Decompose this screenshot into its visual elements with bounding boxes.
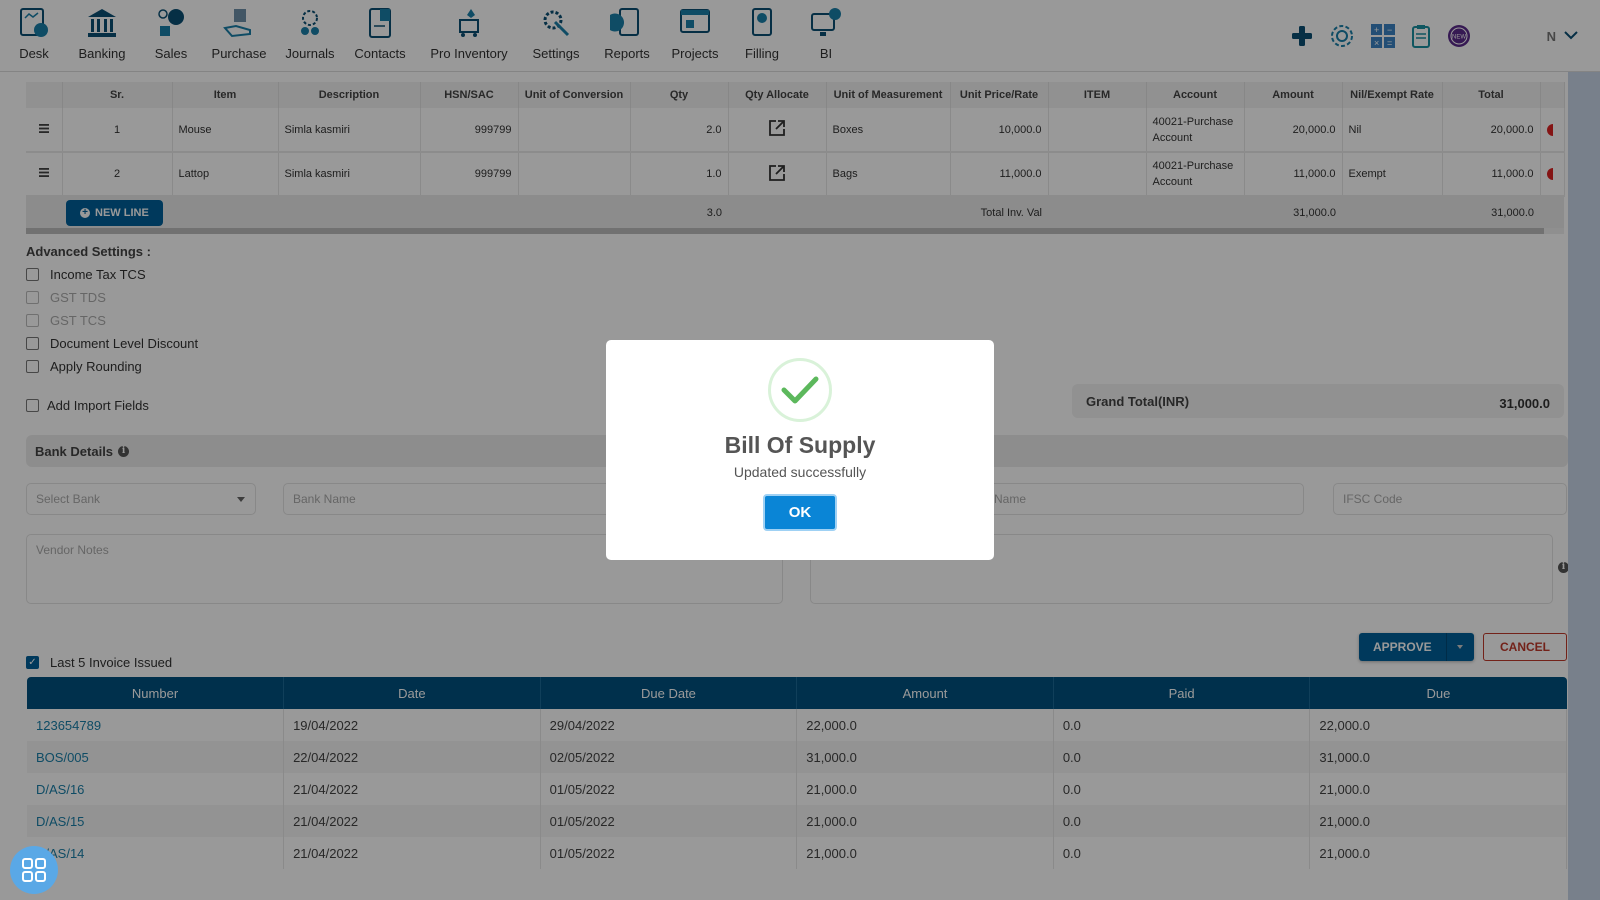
dialog-message: Updated successfully <box>733 464 867 480</box>
grid-icon <box>22 858 46 882</box>
ok-button[interactable]: OK <box>763 494 837 531</box>
success-dialog: Bill Of Supply Updated successfully OK <box>606 340 994 560</box>
apps-fab-button[interactable] <box>10 846 58 894</box>
dialog-title: Bill Of Supply <box>724 432 876 458</box>
success-check-icon <box>768 358 832 422</box>
